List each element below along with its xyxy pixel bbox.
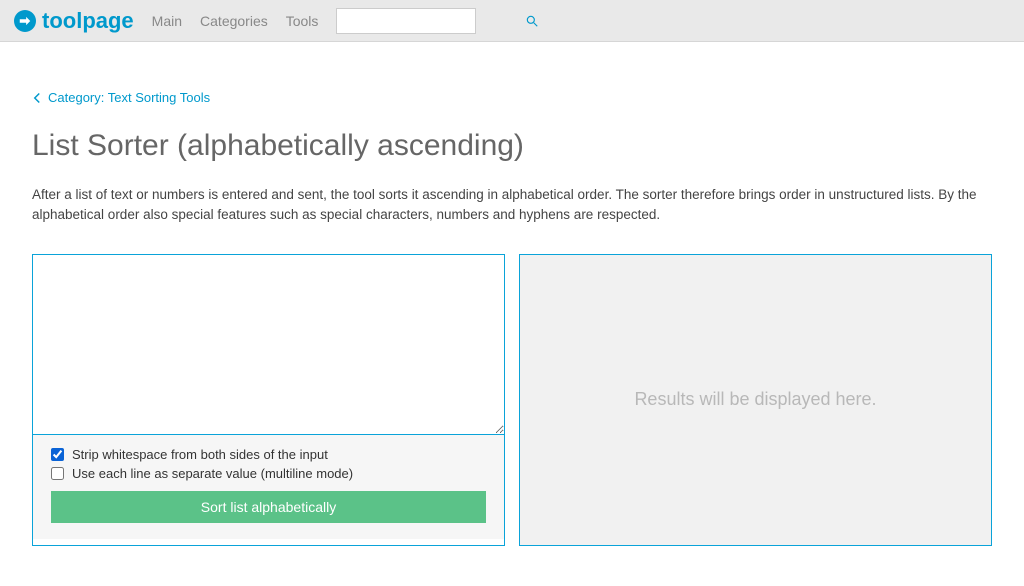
brand-logo-icon: [14, 10, 36, 32]
input-panel: Strip whitespace from both sides of the …: [32, 254, 505, 546]
output-placeholder: Results will be displayed here.: [634, 389, 876, 410]
option-multiline-label: Use each line as separate value (multili…: [72, 466, 353, 481]
brand-name: toolpage: [42, 8, 134, 34]
option-multiline[interactable]: Use each line as separate value (multili…: [51, 466, 486, 481]
checkbox-multiline[interactable]: [51, 467, 64, 480]
output-panel: Results will be displayed here.: [519, 254, 992, 546]
nav-tools[interactable]: Tools: [286, 13, 319, 29]
option-strip-whitespace[interactable]: Strip whitespace from both sides of the …: [51, 447, 486, 462]
nav-categories[interactable]: Categories: [200, 13, 268, 29]
breadcrumb-label: Category: Text Sorting Tools: [48, 90, 210, 105]
brand-link[interactable]: toolpage: [14, 8, 134, 34]
panels: Strip whitespace from both sides of the …: [32, 254, 992, 546]
breadcrumb[interactable]: Category: Text Sorting Tools: [32, 90, 992, 105]
search-box: [336, 8, 476, 34]
options-block: Strip whitespace from both sides of the …: [33, 435, 504, 539]
topbar: toolpage Main Categories Tools: [0, 0, 1024, 42]
checkbox-strip-whitespace[interactable]: [51, 448, 64, 461]
input-textarea[interactable]: [33, 255, 504, 435]
option-strip-whitespace-label: Strip whitespace from both sides of the …: [72, 447, 328, 462]
search-icon[interactable]: [525, 14, 539, 28]
submit-button[interactable]: Sort list alphabetically: [51, 491, 486, 523]
page-description: After a list of text or numbers is enter…: [32, 185, 992, 226]
search-input[interactable]: [337, 13, 525, 28]
page-title: List Sorter (alphabetically ascending): [32, 129, 992, 163]
nav-main[interactable]: Main: [152, 13, 182, 29]
chevron-left-icon: [32, 92, 42, 104]
nav-links: Main Categories Tools: [152, 13, 319, 29]
